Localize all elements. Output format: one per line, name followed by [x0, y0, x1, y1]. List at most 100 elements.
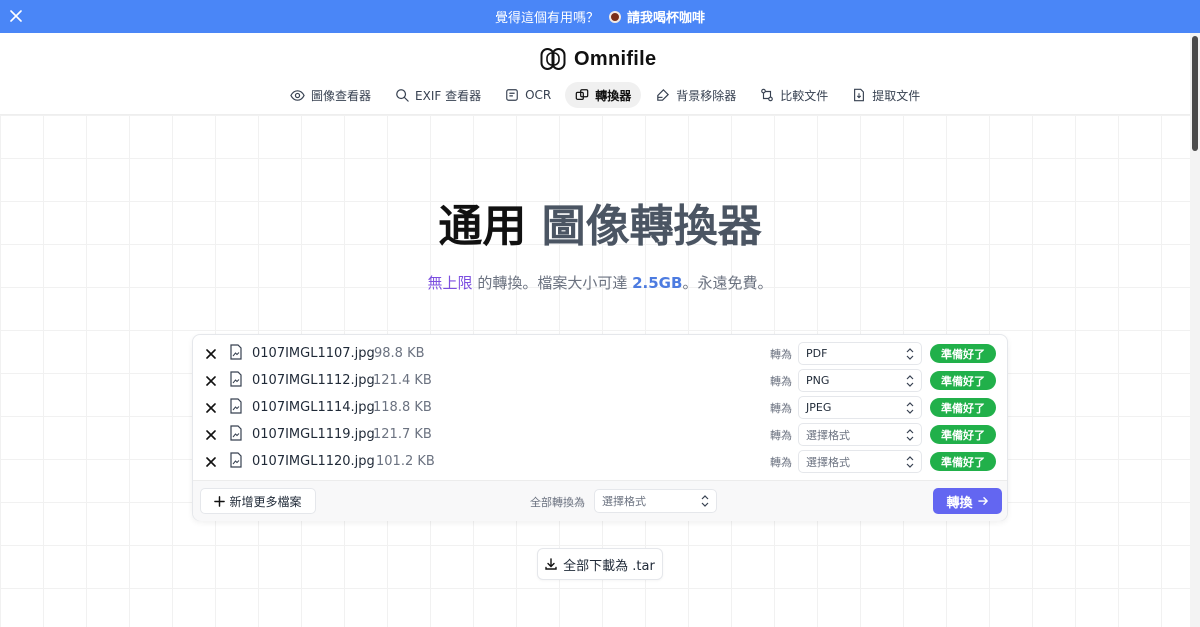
subtitle-mid: 的轉換。檔案大小可達	[472, 274, 633, 292]
status-badge: 準備好了	[930, 344, 996, 363]
file-row: 0107IMGL1120.jpg 101.2 KB 轉為 選擇格式 準備好了	[193, 448, 1009, 475]
status-badge: 準備好了	[930, 371, 996, 390]
extract-icon	[854, 88, 865, 102]
chevron-updown-icon	[906, 402, 914, 414]
file-row: 0107IMGL1119.jpg 121.7 KB 轉為 選擇格式 準備好了	[193, 421, 1009, 448]
convert-to-label: 轉為	[770, 401, 792, 415]
nav-label: EXIF 查看器	[415, 88, 482, 103]
nav-exif-viewer[interactable]: EXIF 查看器	[385, 82, 491, 108]
compare-icon	[761, 88, 774, 102]
file-name: 0107IMGL1119.jpg	[252, 427, 375, 442]
add-more-files-button[interactable]: 新增更多檔案	[200, 488, 316, 514]
format-value: PDF	[806, 347, 828, 360]
file-row: 0107IMGL1107.jpg 98.8 KB 轉為 PDF 準備好了	[193, 340, 1009, 367]
image-file-icon	[229, 397, 243, 418]
convert-to-label: 轉為	[770, 455, 792, 469]
nav-label: 背景移除器	[676, 88, 737, 103]
image-file-icon	[229, 343, 243, 364]
nav-extract-files[interactable]: 提取文件	[842, 82, 930, 108]
convert-button[interactable]: 轉換	[933, 488, 1002, 514]
file-name: 0107IMGL1114.jpg	[252, 400, 375, 415]
panel-footer: 新增更多檔案 全部轉換為 選擇格式 轉換	[193, 480, 1007, 521]
file-size: 101.2 KB	[376, 454, 435, 469]
remove-file-icon[interactable]	[204, 428, 218, 442]
brand-name: Omnifile	[574, 47, 657, 70]
banner-question: 覺得這個有用嗎？	[494, 11, 599, 26]
remove-file-icon[interactable]	[204, 455, 218, 469]
title-part-b: 圖像轉換器	[541, 201, 762, 252]
nav-background-remover[interactable]: 背景移除器	[645, 82, 746, 108]
nav-converter[interactable]: 轉換器	[565, 82, 642, 108]
ocr-icon	[506, 89, 518, 101]
convert-label: 轉換	[946, 495, 973, 511]
download-all-label: 全部下載為 .tar	[563, 558, 655, 574]
app-header: Omnifile 圖像查看器 EXIF 查看器 OCR 轉換器 背景移除器 比較…	[0, 33, 1190, 115]
status-badge: 準備好了	[930, 425, 996, 444]
format-select[interactable]: PNG	[798, 369, 922, 392]
add-more-label: 新增更多檔案	[229, 494, 302, 509]
convert-all-label: 全部轉換為	[530, 496, 585, 509]
file-size: 121.7 KB	[373, 427, 432, 442]
format-select[interactable]: 選擇格式	[798, 423, 922, 446]
format-value: JPEG	[806, 401, 832, 414]
buy-coffee-link[interactable]: 請我喝杯咖啡	[609, 7, 705, 26]
logo-icon	[540, 48, 566, 70]
unlimited-highlight: 無上限	[427, 274, 473, 292]
page-subtitle: 無上限 的轉換。檔案大小可達 2.5GB。永遠免費。	[0, 272, 1200, 293]
nav-label: OCR	[525, 88, 552, 102]
page-title: 通用 圖像轉換器	[0, 190, 1200, 254]
remove-file-icon[interactable]	[204, 347, 218, 361]
convert-all-value: 選擇格式	[602, 495, 646, 508]
nav-label: 提取文件	[872, 88, 921, 103]
close-icon[interactable]	[6, 6, 26, 26]
nav-image-viewer[interactable]: 圖像查看器	[280, 82, 381, 108]
scrollbar-thumb[interactable]	[1192, 36, 1198, 151]
convert-to-label: 轉為	[770, 428, 792, 442]
plus-icon	[214, 495, 226, 507]
file-size: 121.4 KB	[373, 373, 432, 388]
convert-icon	[575, 89, 589, 100]
chevron-updown-icon	[906, 348, 914, 360]
file-name: 0107IMGL1112.jpg	[252, 373, 375, 388]
nav-label: 轉換器	[595, 88, 632, 103]
file-row: 0107IMGL1112.jpg 121.4 KB 轉為 PNG 準備好了	[193, 367, 1009, 394]
status-badge: 準備好了	[930, 398, 996, 417]
remove-file-icon[interactable]	[204, 374, 218, 388]
format-select[interactable]: JPEG	[798, 396, 922, 419]
format-value: 選擇格式	[806, 455, 850, 469]
coffee-icon	[609, 10, 621, 23]
file-size: 98.8 KB	[374, 346, 425, 361]
file-name: 0107IMGL1107.jpg	[252, 346, 375, 361]
remove-file-icon[interactable]	[204, 401, 218, 415]
brush-icon	[657, 88, 670, 101]
nav-label: 圖像查看器	[311, 88, 372, 103]
file-size: 118.8 KB	[373, 400, 432, 415]
brand[interactable]: Omnifile	[540, 47, 656, 71]
download-icon	[545, 558, 557, 570]
image-file-icon	[229, 451, 243, 472]
chevron-updown-icon	[906, 429, 914, 441]
convert-to-label: 轉為	[770, 347, 792, 361]
eye-icon	[290, 89, 305, 101]
arrow-right-icon	[977, 497, 988, 505]
nav-ocr[interactable]: OCR	[495, 82, 561, 108]
format-select[interactable]: 選擇格式	[798, 450, 922, 473]
chevron-updown-icon	[701, 495, 709, 507]
chevron-updown-icon	[906, 375, 914, 387]
status-badge: 準備好了	[930, 452, 996, 471]
title-part-a: 通用	[438, 201, 527, 252]
buy-coffee-label: 請我喝杯咖啡	[627, 11, 706, 26]
convert-all-select[interactable]: 選擇格式	[594, 489, 717, 513]
format-value: PNG	[806, 374, 830, 387]
format-select[interactable]: PDF	[798, 342, 922, 365]
image-file-icon	[229, 370, 243, 391]
file-row: 0107IMGL1114.jpg 118.8 KB 轉為 JPEG 準備好了	[193, 394, 1009, 421]
file-name: 0107IMGL1120.jpg	[252, 454, 375, 469]
download-all-button[interactable]: 全部下載為 .tar	[537, 548, 663, 580]
nav-label: 比較文件	[780, 88, 829, 103]
size-highlight: 2.5GB	[632, 274, 683, 292]
convert-to-label: 轉為	[770, 374, 792, 388]
search-icon	[396, 89, 409, 102]
nav-compare-files[interactable]: 比較文件	[750, 82, 838, 108]
converter-panel: 0107IMGL1107.jpg 98.8 KB 轉為 PDF 準備好了 010…	[192, 334, 1008, 521]
